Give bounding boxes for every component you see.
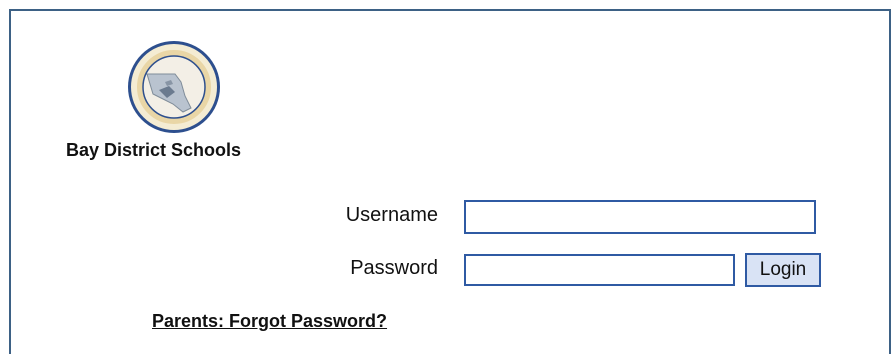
- organization-name: Bay District Schools: [66, 140, 242, 160]
- district-seal-logo-icon: [125, 38, 223, 136]
- login-button[interactable]: Login: [745, 253, 821, 287]
- username-input[interactable]: [464, 200, 816, 234]
- password-input[interactable]: [464, 254, 735, 286]
- password-label: Password: [350, 257, 438, 279]
- forgot-password-link[interactable]: Parents: Forgot Password?: [152, 311, 387, 332]
- username-label: Username: [345, 204, 438, 226]
